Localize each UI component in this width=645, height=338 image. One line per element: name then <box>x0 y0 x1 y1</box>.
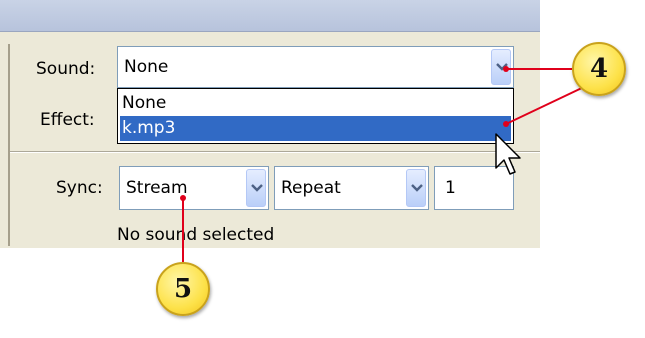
annotation-overlay <box>180 66 587 262</box>
callout-badge-4: 4 <box>572 42 626 96</box>
callout-5-dot <box>180 195 186 201</box>
callout-4-dot-b <box>503 121 509 127</box>
callout-badge-5: 5 <box>156 262 210 316</box>
callout-4-dot-a <box>503 66 509 72</box>
callout-4-leader-line-b <box>505 85 587 125</box>
mouse-pointer-icon <box>495 133 521 175</box>
